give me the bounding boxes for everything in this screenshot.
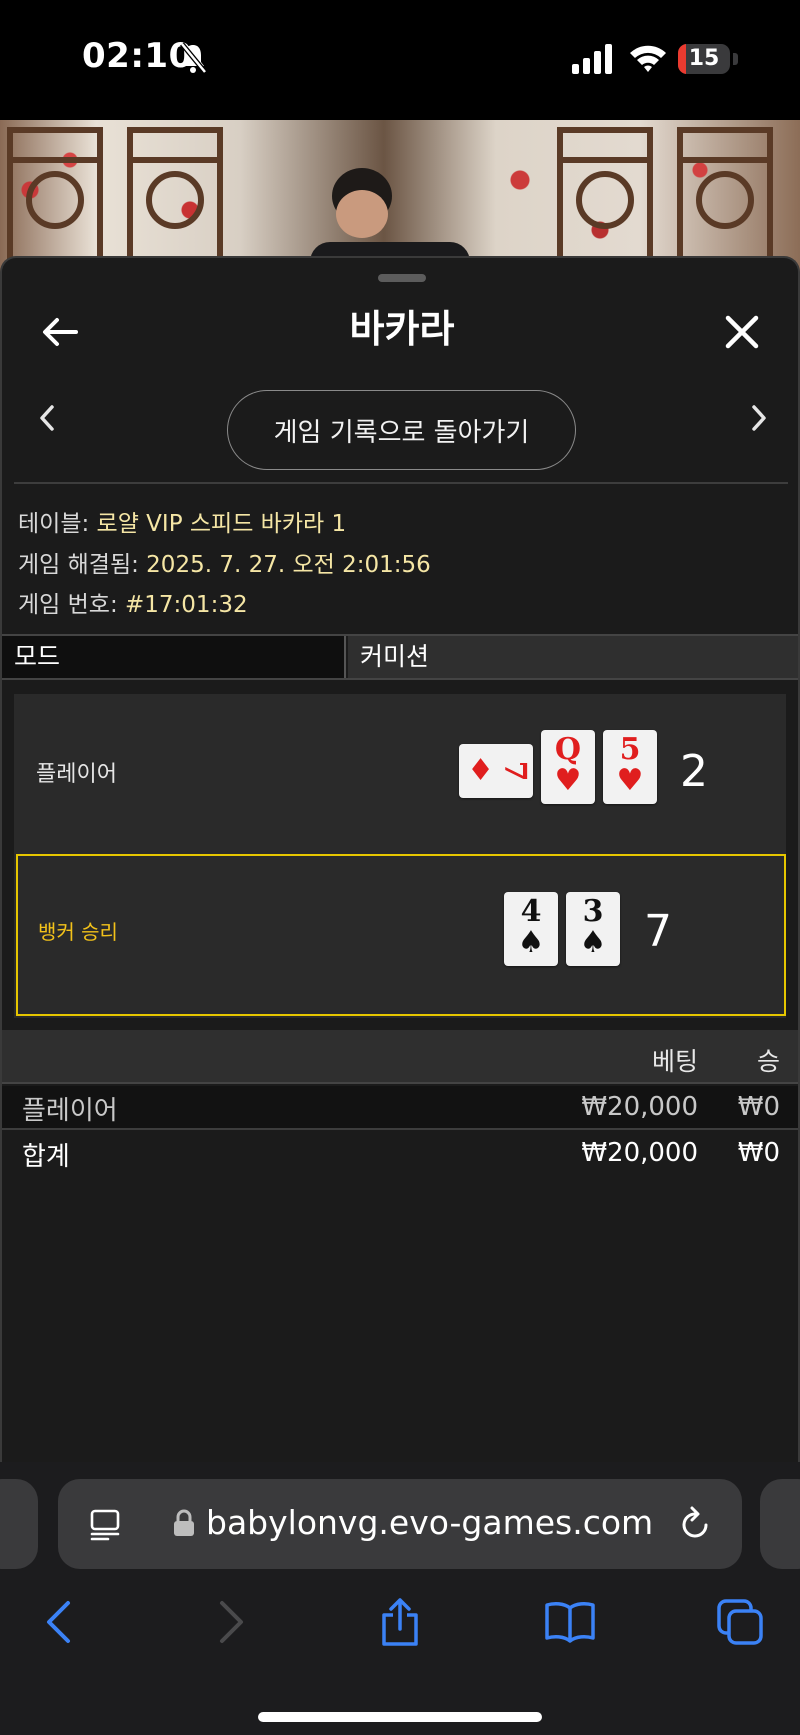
share-button[interactable] [370,1592,430,1652]
game-number-info: 게임 번호: #17:01:32 [18,585,248,619]
browser-forward-button[interactable] [202,1592,262,1652]
reload-icon[interactable] [676,1505,714,1543]
total-win: ₩0 [737,1138,780,1168]
home-indicator[interactable] [258,1712,542,1722]
total-row: 합계 ₩20,000 ₩0 [2,1132,798,1176]
player-hand-row: 플레이어 ♦ 7 Q ♥ 5 ♥ 2 [14,694,786,854]
browser-chrome: babylonvg.evo-games.com [0,1462,800,1735]
page-title: 바카라 [349,307,455,351]
win-column-header: 승 [756,1047,780,1076]
table-label: 테이블: [18,511,97,537]
card-suit-icon: ♠ [517,925,545,960]
close-button[interactable] [712,302,772,362]
next-tab-peek[interactable] [760,1479,800,1569]
previous-tab-peek[interactable] [0,1479,38,1569]
next-game-button[interactable] [734,388,784,448]
mode-bar: 모드 커미션 [2,634,798,680]
book-icon [545,1602,595,1643]
player-label: 플레이어 [36,762,117,787]
wifi-icon [630,45,666,72]
game-number-value: #17:01:32 [125,592,248,618]
sheet-grabber[interactable] [378,274,426,282]
card-rank: Q [554,732,582,767]
battery-indicator: 15 [678,44,730,74]
chevron-right-icon [220,1601,243,1643]
card-rank: 3 [582,894,604,929]
share-icon [382,1598,418,1646]
bets-header: 베팅 승 [2,1030,798,1084]
previous-game-button[interactable] [22,388,72,448]
playing-card: Q ♥ [541,730,595,804]
total-amount: ₩20,000 [581,1138,698,1168]
game-number-label: 게임 번호: [18,592,126,618]
bet-column-header: 베팅 [651,1047,698,1076]
bookmarks-button[interactable] [540,1592,600,1652]
card-suit-icon: ♥ [554,763,582,798]
table-info: 테이블: 로얄 VIP 스피드 바카라 1 [18,504,346,538]
playing-card: 4 ♠ [504,892,558,966]
banker-win-label: 뱅커 승리 [38,920,118,944]
game-details-sheet: 바카라 게임 기록으로 돌아가기 테이블: 로얄 VIP 스피드 바카라 1 게… [0,256,800,1462]
divider [14,482,788,484]
card-suit-icon: ♦ [467,753,495,788]
address-bar[interactable]: babylonvg.evo-games.com [58,1479,742,1569]
playing-card: ♦ 7 [459,744,533,798]
resolved-label: 게임 해결됨: [18,552,147,578]
page-menu-icon[interactable] [88,1506,124,1542]
battery-level: 15 [688,46,720,71]
playing-card: 3 ♠ [566,892,620,966]
resolved-value: 2025. 7. 27. 오전 2:01:56 [146,552,431,578]
resolved-info: 게임 해결됨: 2025. 7. 27. 오전 2:01:56 [18,545,431,579]
result-panel: 플레이어 ♦ 7 Q ♥ 5 ♥ 2 뱅커 승리 4 ♠ 3 ♠ 7 [14,694,786,1018]
card-suit-icon: ♥ [616,763,644,798]
battery-cap [733,53,738,65]
status-bar: 02:10 15 [0,0,800,120]
chevron-right-icon [752,405,766,431]
card-rank: 7 [497,760,533,782]
player-score: 2 [680,746,708,797]
tabs-button[interactable] [710,1592,770,1652]
lock-icon [174,1509,194,1536]
playing-card: 5 ♥ [603,730,657,804]
bet-win: ₩0 [737,1092,780,1122]
browser-back-button[interactable] [28,1592,88,1652]
chevron-left-icon [40,405,54,431]
tabs-icon [717,1599,763,1645]
banker-hand-row: 뱅커 승리 4 ♠ 3 ♠ 7 [16,854,786,1016]
chevron-left-icon [47,1601,70,1643]
card-suit-icon: ♠ [579,925,607,960]
url-text[interactable]: babylonvg.evo-games.com [206,1503,653,1542]
bell-muted-icon [180,42,207,74]
bet-amount: ₩20,000 [581,1092,698,1122]
table-value: 로얄 VIP 스피드 바카라 1 [96,511,347,537]
table-row: 플레이어 ₩20,000 ₩0 [2,1086,798,1130]
back-to-history-button[interactable]: 게임 기록으로 돌아가기 [227,390,576,470]
mode-label: 모드 [2,636,346,678]
status-time: 02:10 [82,36,193,76]
card-rank: 5 [619,732,641,767]
card-rank: 4 [520,894,542,929]
close-icon [725,315,759,349]
banker-score: 7 [644,906,672,957]
cellular-signal-icon [572,44,612,74]
mode-value: 커미션 [348,636,798,678]
bet-name: 플레이어 [22,1096,118,1126]
total-name: 합계 [22,1142,70,1172]
